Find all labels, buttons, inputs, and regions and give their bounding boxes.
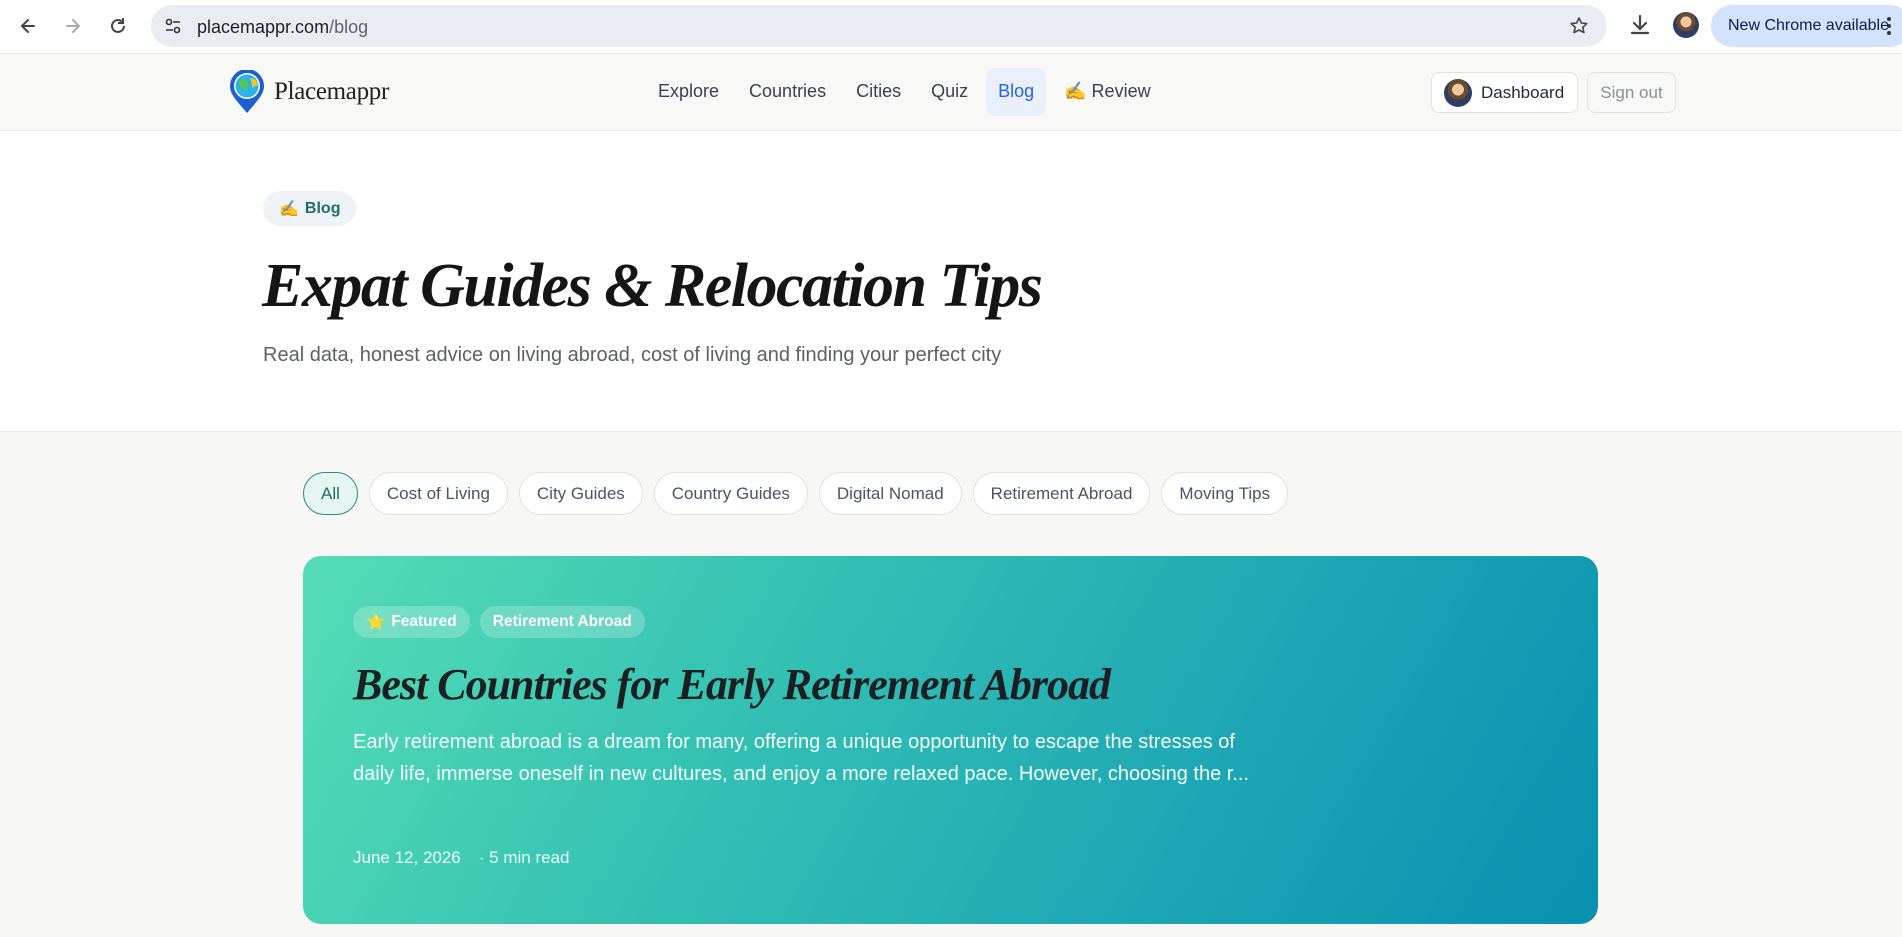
featured-tag: ⭐ Featured: [353, 606, 470, 638]
browser-toolbar: placemappr.com/blog New Chrome available: [0, 0, 1902, 54]
main-nav: Explore Countries Cities Quiz Blog ✍️ Re…: [646, 68, 1169, 116]
post-tags: ⭐ Featured Retirement Abroad: [353, 606, 655, 638]
filter-country-guides[interactable]: Country Guides: [653, 472, 808, 515]
reload-icon: [111, 18, 125, 33]
writing-hand-icon: ✍️: [279, 200, 299, 218]
update-label: New Chrome available: [1728, 17, 1889, 34]
page-title: Expat Guides & Relocation Tips: [262, 252, 1043, 320]
filter-cost-of-living[interactable]: Cost of Living: [368, 472, 508, 515]
user-avatar: [1444, 78, 1472, 107]
more-menu-icon[interactable]: [1887, 17, 1891, 35]
address-bar[interactable]: placemappr.com/blog: [151, 5, 1607, 47]
profile-avatar[interactable]: [1673, 12, 1699, 38]
badge-label: Blog: [304, 199, 341, 217]
nav-countries[interactable]: Countries: [737, 68, 838, 116]
featured-post-excerpt: Early retirement abroad is a dream for m…: [353, 731, 1250, 785]
filter-moving-tips[interactable]: Moving Tips: [1161, 472, 1289, 515]
nav-cities[interactable]: Cities: [844, 68, 913, 116]
site-info-icon[interactable]: [163, 16, 183, 36]
read-time: · 5 min read: [478, 848, 570, 867]
site-logo[interactable]: Placemappr: [226, 70, 389, 114]
nav-quiz[interactable]: Quiz: [919, 68, 980, 116]
nav-explore[interactable]: Explore: [646, 68, 731, 116]
featured-post-card[interactable]: ⭐ Featured Retirement Abroad Best Countr…: [303, 556, 1598, 924]
back-arrow-icon: [20, 19, 35, 33]
sign-out-button[interactable]: Sign out: [1587, 72, 1676, 113]
dashboard-label: Dashboard: [1481, 82, 1565, 102]
url-path: /blog: [329, 17, 369, 37]
back-button[interactable]: [12, 10, 44, 42]
post-meta: June 12, 2026 · 5 min read: [353, 848, 569, 868]
map-pin-globe-icon: [230, 70, 264, 113]
page-subtitle: Real data, honest advice on living abroa…: [263, 344, 1002, 366]
blog-badge: ✍️ Blog: [263, 191, 357, 226]
chrome-update-button[interactable]: New Chrome available: [1711, 5, 1902, 47]
bookmark-star-icon[interactable]: [1569, 16, 1589, 36]
filter-digital-nomad[interactable]: Digital Nomad: [818, 472, 962, 515]
url-text: placemappr.com/blog: [197, 17, 368, 38]
nav-blog[interactable]: Blog: [986, 68, 1047, 116]
blog-content: All Cost of Living City Guides Country G…: [0, 432, 1902, 937]
filter-all[interactable]: All: [303, 472, 358, 515]
filter-city-guides[interactable]: City Guides: [518, 472, 643, 515]
download-icon[interactable]: [1627, 12, 1653, 38]
filter-retirement-abroad[interactable]: Retirement Abroad: [972, 472, 1151, 515]
logo-text: Placemappr: [274, 78, 390, 105]
reload-button[interactable]: [102, 10, 134, 42]
nav-review[interactable]: ✍️ Review: [1052, 68, 1162, 116]
featured-post-title[interactable]: Best Countries for Early Retirement Abro…: [353, 659, 1111, 710]
category-filters: All Cost of Living City Guides Country G…: [303, 472, 1299, 515]
forward-arrow-icon: [66, 19, 81, 33]
blog-hero: ✍️ Blog Expat Guides & Relocation Tips R…: [0, 131, 1902, 432]
site-header: Placemappr Explore Countries Cities Quiz…: [0, 54, 1902, 131]
featured-tag-label: Featured: [391, 613, 457, 630]
forward-button[interactable]: [57, 10, 89, 42]
dashboard-button[interactable]: Dashboard: [1431, 72, 1578, 113]
category-tag: Retirement Abroad: [479, 606, 645, 638]
url-host: placemappr.com: [197, 17, 330, 37]
post-date: June 12, 2026: [353, 848, 461, 867]
star-icon: ⭐: [366, 613, 386, 631]
